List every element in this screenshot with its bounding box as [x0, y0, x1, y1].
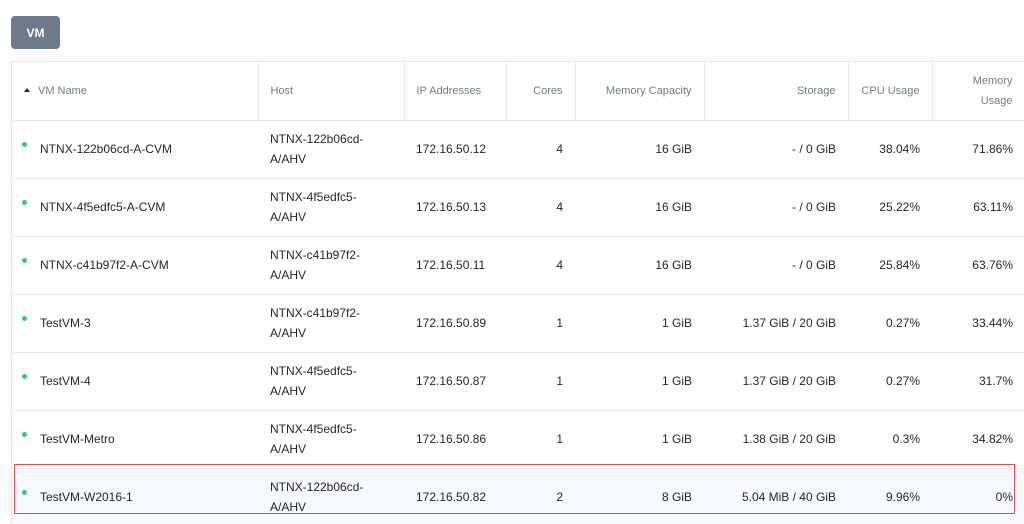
memory-usage-cell: 33.44% [932, 294, 1024, 353]
memory-usage-cell: 31.7% [932, 352, 1024, 411]
cpu-usage-cell: 0.3% [848, 410, 932, 469]
host-text: NTNX-c41b97f2- A/AHV [270, 306, 361, 340]
host-cell: NTNX-4f5edfc5- A/AHV [258, 178, 404, 237]
memory-usage-cell: 63.76% [932, 236, 1024, 295]
status-dot-icon [22, 200, 27, 205]
col-header-vm-name[interactable]: VM Name [12, 62, 259, 121]
storage-cell: - / 0 GiB [704, 236, 848, 295]
col-header-label: VM Name [38, 84, 87, 97]
cores-cell: 4 [506, 236, 575, 295]
vm-name-link[interactable]: TestVM-3 [40, 316, 91, 330]
host-cell: NTNX-4f5edfc5- A/AHV [258, 352, 404, 411]
cpu-usage-cell: 0.27% [848, 352, 932, 411]
status-dot-icon [22, 432, 27, 437]
col-header-memory-capacity[interactable]: Memory Capacity [575, 62, 705, 121]
col-header-host[interactable]: Host [258, 62, 405, 121]
table-row[interactable]: TestVM-4 NTNX-4f5edfc5- A/AHV 172.16.50.87 1… [12, 352, 1024, 411]
status-dot-icon [22, 490, 27, 495]
cpu-usage-cell: 0.27% [848, 294, 932, 353]
host-text: NTNX-c41b97f2- A/AHV [270, 248, 361, 282]
vm-name-cell: NTNX-c41b97f2-A-CVM [12, 236, 258, 295]
col-header-memory-usage[interactable]: Memory Usage [932, 62, 1024, 121]
ip-cell: 172.16.50.87 [404, 352, 506, 411]
status-dot-icon [22, 258, 27, 263]
storage-cell: - / 0 GiB [704, 178, 848, 237]
ip-cell: 172.16.50.82 [404, 468, 506, 524]
table-row[interactable]: TestVM-W2016-1 NTNX-122b06cd- A/AHV 172.16.… [12, 468, 1024, 524]
storage-cell: 5.04 MiB / 40 GiB [704, 468, 848, 524]
memory-capacity-cell: 1 GiB [575, 294, 704, 353]
memory-usage-cell: 71.86% [932, 120, 1024, 179]
memory-capacity-cell: 1 GiB [575, 352, 704, 411]
vm-name-cell: NTNX-4f5edfc5-A-CVM [12, 178, 258, 237]
storage-cell: 1.37 GiB / 20 GiB [704, 294, 848, 353]
ip-cell: 172.16.50.11 [404, 236, 506, 295]
vm-name-link[interactable]: NTNX-c41b97f2-A-CVM [40, 258, 169, 272]
cpu-usage-cell: 25.84% [848, 236, 932, 295]
col-header-storage[interactable]: Storage [704, 62, 849, 121]
host-cell: NTNX-122b06cd- A/AHV [258, 468, 404, 524]
vm-name-cell: TestVM-3 [12, 294, 258, 353]
host-text: NTNX-4f5edfc5- A/AHV [270, 364, 357, 398]
storage-cell: 1.38 GiB / 20 GiB [704, 410, 848, 469]
table-header-row: VM Name Host IP Addresses Cores Memory C… [12, 62, 1024, 121]
cpu-usage-cell: 25.22% [848, 178, 932, 237]
vm-name-link[interactable]: TestVM-W2016-1 [40, 490, 133, 504]
cpu-usage-cell: 38.04% [848, 120, 932, 179]
host-text: NTNX-122b06cd- A/AHV [270, 480, 364, 514]
table-row[interactable]: NTNX-4f5edfc5-A-CVM NTNX-4f5edfc5- A/AHV 17… [12, 178, 1024, 237]
host-cell: NTNX-4f5edfc5- A/AHV [258, 410, 404, 469]
status-dot-icon [22, 142, 27, 147]
host-text: NTNX-122b06cd- A/AHV [270, 132, 364, 166]
table-row[interactable]: TestVM-Metro NTNX-4f5edfc5- A/AHV 172.16.50… [12, 410, 1024, 469]
cores-cell: 4 [506, 120, 575, 179]
cores-cell: 4 [506, 178, 575, 237]
storage-cell: - / 0 GiB [704, 120, 848, 179]
ip-cell: 172.16.50.86 [404, 410, 506, 469]
vm-name-link[interactable]: TestVM-Metro [40, 432, 115, 446]
col-header-cores[interactable]: Cores [506, 62, 576, 121]
cores-cell: 1 [506, 294, 575, 353]
memory-capacity-cell: 16 GiB [575, 236, 704, 295]
col-header-ip-addresses[interactable]: IP Addresses [404, 62, 507, 121]
cores-cell: 1 [506, 410, 575, 469]
memory-capacity-cell: 8 GiB [575, 468, 704, 524]
cpu-usage-cell: 9.96% [848, 468, 932, 524]
ip-cell: 172.16.50.89 [404, 294, 506, 353]
memory-capacity-cell: 16 GiB [575, 120, 704, 179]
cores-cell: 2 [506, 468, 575, 524]
vm-name-link[interactable]: TestVM-4 [40, 374, 91, 388]
vm-name-cell: TestVM-4 [12, 352, 258, 411]
memory-capacity-cell: 16 GiB [575, 178, 704, 237]
status-dot-icon [22, 316, 27, 321]
host-cell: NTNX-c41b97f2- A/AHV [258, 294, 404, 353]
host-text: NTNX-4f5edfc5- A/AHV [270, 190, 357, 224]
vm-tab-button[interactable]: VM [11, 16, 60, 49]
vm-name-cell: TestVM-Metro [12, 410, 258, 469]
cores-cell: 1 [506, 352, 575, 411]
storage-cell: 1.37 GiB / 20 GiB [704, 352, 848, 411]
table-row[interactable]: NTNX-122b06cd-A-CVM NTNX-122b06cd- A/AHV 17… [12, 120, 1024, 179]
table-row[interactable]: NTNX-c41b97f2-A-CVM NTNX-c41b97f2- A/AHV 17… [12, 236, 1024, 295]
memory-usage-cell: 0% [932, 468, 1024, 524]
memory-capacity-cell: 1 GiB [575, 410, 704, 469]
ip-cell: 172.16.50.12 [404, 120, 506, 179]
table-body: NTNX-122b06cd-A-CVM NTNX-122b06cd- A/AHV 17… [12, 120, 1024, 524]
table-row[interactable]: TestVM-3 NTNX-c41b97f2- A/AHV 172.16.50.89 1… [12, 294, 1024, 353]
vm-table-container: VM Name Host IP Addresses Cores Memory C… [11, 61, 1024, 524]
col-header-cpu-usage[interactable]: CPU Usage [848, 62, 933, 121]
host-cell: NTNX-c41b97f2- A/AHV [258, 236, 404, 295]
memory-usage-cell: 63.11% [932, 178, 1024, 237]
memory-usage-cell: 34.82% [932, 410, 1024, 469]
host-text: NTNX-4f5edfc5- A/AHV [270, 422, 357, 456]
vm-table: VM Name Host IP Addresses Cores Memory C… [12, 62, 1024, 524]
vm-name-cell: NTNX-122b06cd-A-CVM [12, 120, 258, 179]
ip-cell: 172.16.50.13 [404, 178, 506, 237]
vm-name-cell: TestVM-W2016-1 [12, 468, 258, 524]
host-cell: NTNX-122b06cd- A/AHV [258, 120, 404, 179]
vm-name-link[interactable]: NTNX-122b06cd-A-CVM [40, 142, 172, 156]
status-dot-icon [22, 374, 27, 379]
sort-ascending-icon [24, 87, 30, 92]
vm-name-link[interactable]: NTNX-4f5edfc5-A-CVM [40, 200, 165, 214]
